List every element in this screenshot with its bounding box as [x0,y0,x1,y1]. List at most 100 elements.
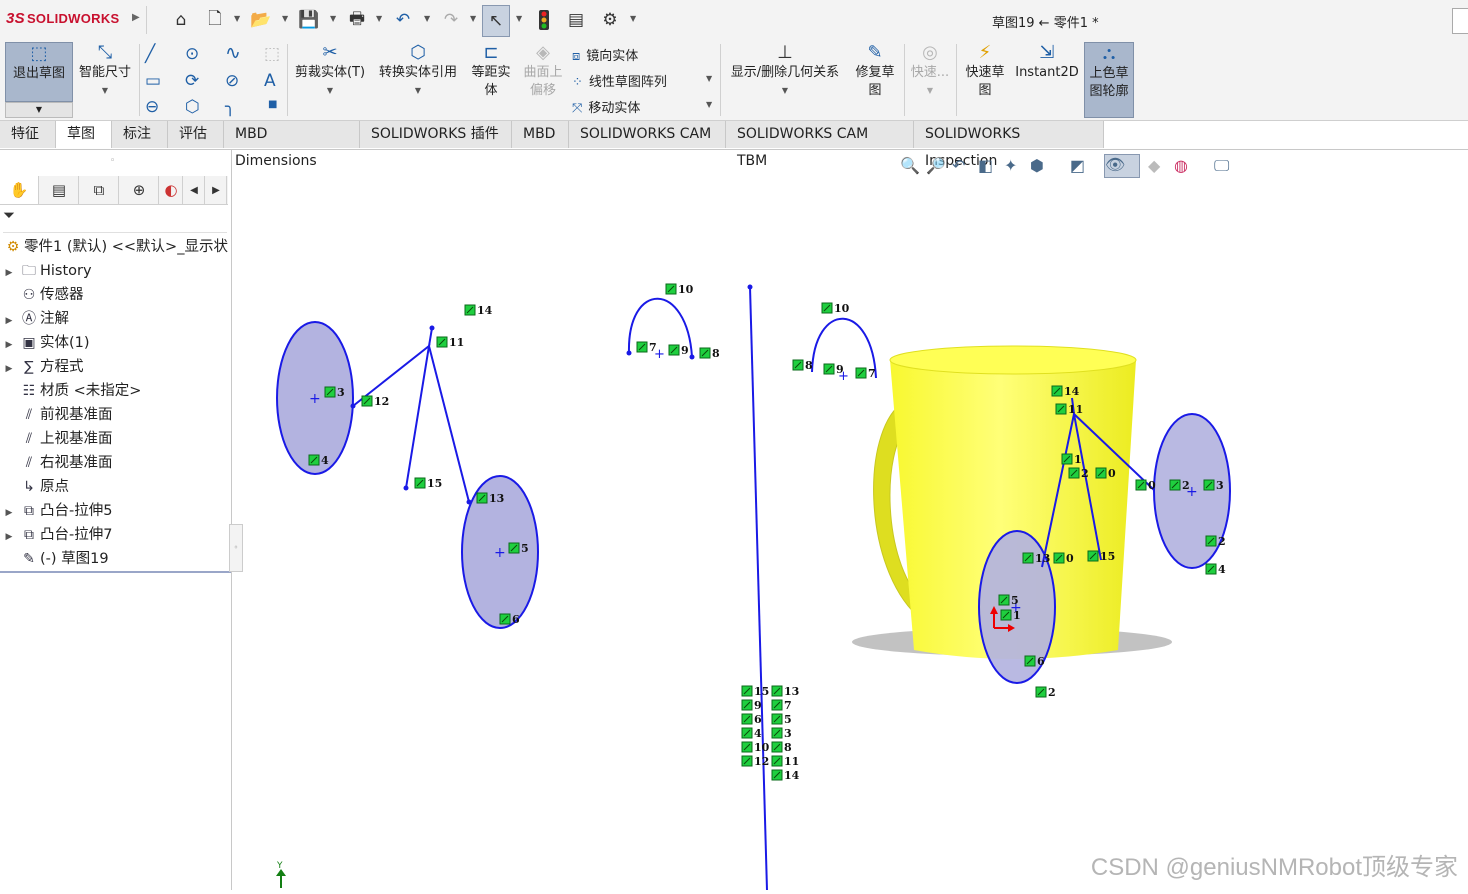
rapid-sketch-button[interactable]: ⚡ 快速草图 [960,42,1010,100]
point-icon[interactable]: ■ [268,99,277,110]
new-document-icon[interactable]: 🗋 [202,8,228,32]
tab-mbd[interactable]: MBD [512,121,569,148]
chevron-down-icon[interactable]: ▼ [292,82,368,100]
previous-view-icon[interactable]: ↶ [952,156,965,175]
feature-manager-tab-icon[interactable]: ✋ [0,176,39,204]
chevron-down-icon[interactable]: ▼ [234,14,240,23]
sketch-canvas[interactable]: + + + + + + 14113124151356107 9 8108 9 71596… [232,150,1468,891]
tree-item[interactable]: ⚇ 传感器 [0,284,84,306]
rectangle-icon[interactable]: ▭ [145,71,161,91]
chevron-down-icon[interactable]: ▼ [724,82,846,100]
sketch-line[interactable] [749,286,768,891]
mirror-entities-button[interactable]: ⧈ 镜向实体 [572,45,638,64]
tab-mbd-dimensions[interactable]: MBD Dimensions [224,121,360,169]
chevron-down-icon[interactable]: ▼ [424,14,430,23]
property-manager-tab-icon[interactable]: ▤ [40,176,79,204]
chevron-down-icon[interactable]: ▼ [74,82,136,100]
chevron-right-icon[interactable]: ▶ [0,310,18,332]
tab-solidworks-addins[interactable]: SOLIDWORKS 插件 [360,121,512,148]
display-manager-tab-icon[interactable]: ◐ [160,176,183,204]
shaded-contours-button[interactable]: ⛬ 上色草图轮廓 [1084,42,1134,118]
print-icon[interactable]: 🖶 [344,8,370,32]
hide-show-items-icon[interactable]: 👁 [1104,154,1140,178]
repair-sketch-button[interactable]: ✎ 修复草图 [850,42,900,100]
tab-markup[interactable]: 标注 [112,121,168,148]
chevron-down-icon[interactable]: ▼ [516,14,522,23]
chevron-right-icon[interactable]: ▶ [0,526,18,548]
quick-snaps-button[interactable]: ◎ 快速... ▼ [906,42,954,100]
zoom-to-area-icon[interactable]: 🔎 [926,156,946,175]
instant2d-button[interactable]: ⇲ Instant2D [1012,42,1082,82]
tab-features[interactable]: 特征 [0,121,56,148]
chevron-right-icon[interactable]: ▶ [0,334,18,356]
sketch-point[interactable] [747,284,753,290]
tab-sketch[interactable]: 草图 [56,121,112,148]
open-icon[interactable]: 📂 [248,8,274,32]
spline-icon[interactable]: ∿ [225,42,241,64]
fillet-icon[interactable]: ╮ [225,97,235,117]
chevron-down-icon[interactable]: ▼ [706,100,712,109]
chevron-down-icon[interactable]: ▼ [906,82,954,100]
smart-dimension-button[interactable]: ⤡ 智能尺寸 ▼ [74,42,136,100]
text-icon[interactable]: A [264,71,276,91]
sketch-point[interactable] [689,354,695,360]
sketch-surface-icon[interactable]: ⬚ [264,44,280,64]
section-view-icon[interactable]: ◧ [978,156,993,175]
chevron-right-icon[interactable]: ▶ [0,502,18,524]
tree-item[interactable]: ⫽ 前视基准面 [0,404,113,426]
filter-icon[interactable]: ⏷ [3,206,227,233]
traffic-light-icon[interactable] [531,8,557,32]
sketch-point[interactable] [429,325,435,331]
tree-item[interactable]: ▶ ⧉ 凸台-拉伸7 [0,524,113,548]
chevron-down-icon[interactable]: ▼ [330,14,336,23]
tree-item[interactable]: ☷ 材质 <未指定> [0,380,142,402]
sketch-point[interactable] [626,350,632,356]
view-orientation-icon[interactable]: ⬢ [1030,156,1044,175]
linear-pattern-button[interactable]: ⁘ 线性草图阵列 [572,71,667,90]
offset-on-surface-button[interactable]: ◈ 曲面上偏移 [518,42,568,100]
dimxpert-tab-icon[interactable]: ⊕ [120,176,159,204]
exit-sketch-button[interactable]: ⬚ 退出草图 [5,42,73,102]
edit-appearance-icon[interactable]: ◆ [1148,156,1160,175]
sketch-point[interactable] [350,403,356,409]
tree-item[interactable]: ▶ Ⓐ 注解 [0,308,69,330]
tree-item[interactable]: ▶ ∑ 方程式 [0,356,84,378]
trim-entities-button[interactable]: ✂ 剪裁实体(T) ▼ [292,42,368,100]
line-icon[interactable]: ╱ [145,44,155,64]
options-gear-icon[interactable]: ⚙ [597,8,623,32]
apply-scene-icon[interactable]: ◍ [1174,156,1188,175]
chevron-down-icon[interactable]: ▼ [630,14,636,23]
tab-scroll-right-icon[interactable]: ▶ [206,176,227,204]
chevron-down-icon[interactable]: ▼ [706,74,712,83]
polygon-icon[interactable]: ⬡ [185,97,200,117]
tab-evaluate[interactable]: 评估 [168,121,224,148]
file-properties-icon[interactable]: ▤ [563,8,589,32]
redo-icon[interactable]: ↷ [438,8,464,32]
arc-icon[interactable]: ⟳ [185,71,199,91]
chevron-right-icon[interactable]: ▶ [0,262,18,284]
zoom-to-fit-icon[interactable]: 🔍 [900,156,920,175]
ellipse-icon[interactable]: ⊘ [225,71,239,91]
tab-scroll-left-icon[interactable]: ◀ [184,176,205,204]
convert-entities-button[interactable]: ⬡ 转换实体引用 ▼ [372,42,464,100]
tree-item[interactable]: ▶ ⧉ 凸台-拉伸5 [0,500,113,524]
tab-solidworks-inspection[interactable]: SOLIDWORKS Inspection [914,121,1104,169]
undo-icon[interactable]: ↶ [390,8,416,32]
view-settings-icon[interactable]: 🖵 [1214,156,1229,176]
chevron-down-icon[interactable]: ▼ [282,14,288,23]
tree-item[interactable]: ⫽ 右视基准面 [0,452,113,474]
search-box-edge[interactable] [1452,8,1468,34]
slot-icon[interactable]: ⊖ [145,97,159,117]
offset-entities-button[interactable]: ⊏ 等距实体 [466,42,516,100]
chevron-down-icon[interactable]: ▼ [376,14,382,23]
sketch-point[interactable] [466,499,472,505]
dynamic-annotation-icon[interactable]: ✦ [1004,156,1017,175]
tab-solidworks-cam-tbm[interactable]: SOLIDWORKS CAM TBM [726,121,914,169]
tree-root-part[interactable]: ⚙ 零件1 (默认) <<默认>_显示状 [2,236,228,258]
panel-collapse-handle[interactable]: ◦ [110,156,115,166]
save-icon[interactable]: 💾 [296,8,322,32]
tree-item[interactable]: ⫽ 上视基准面 [0,428,113,450]
configuration-manager-tab-icon[interactable]: ⧉ [80,176,119,204]
solidworks-logo[interactable]: 3S SOLIDWORKS [6,10,120,27]
tab-solidworks-cam[interactable]: SOLIDWORKS CAM [569,121,726,148]
